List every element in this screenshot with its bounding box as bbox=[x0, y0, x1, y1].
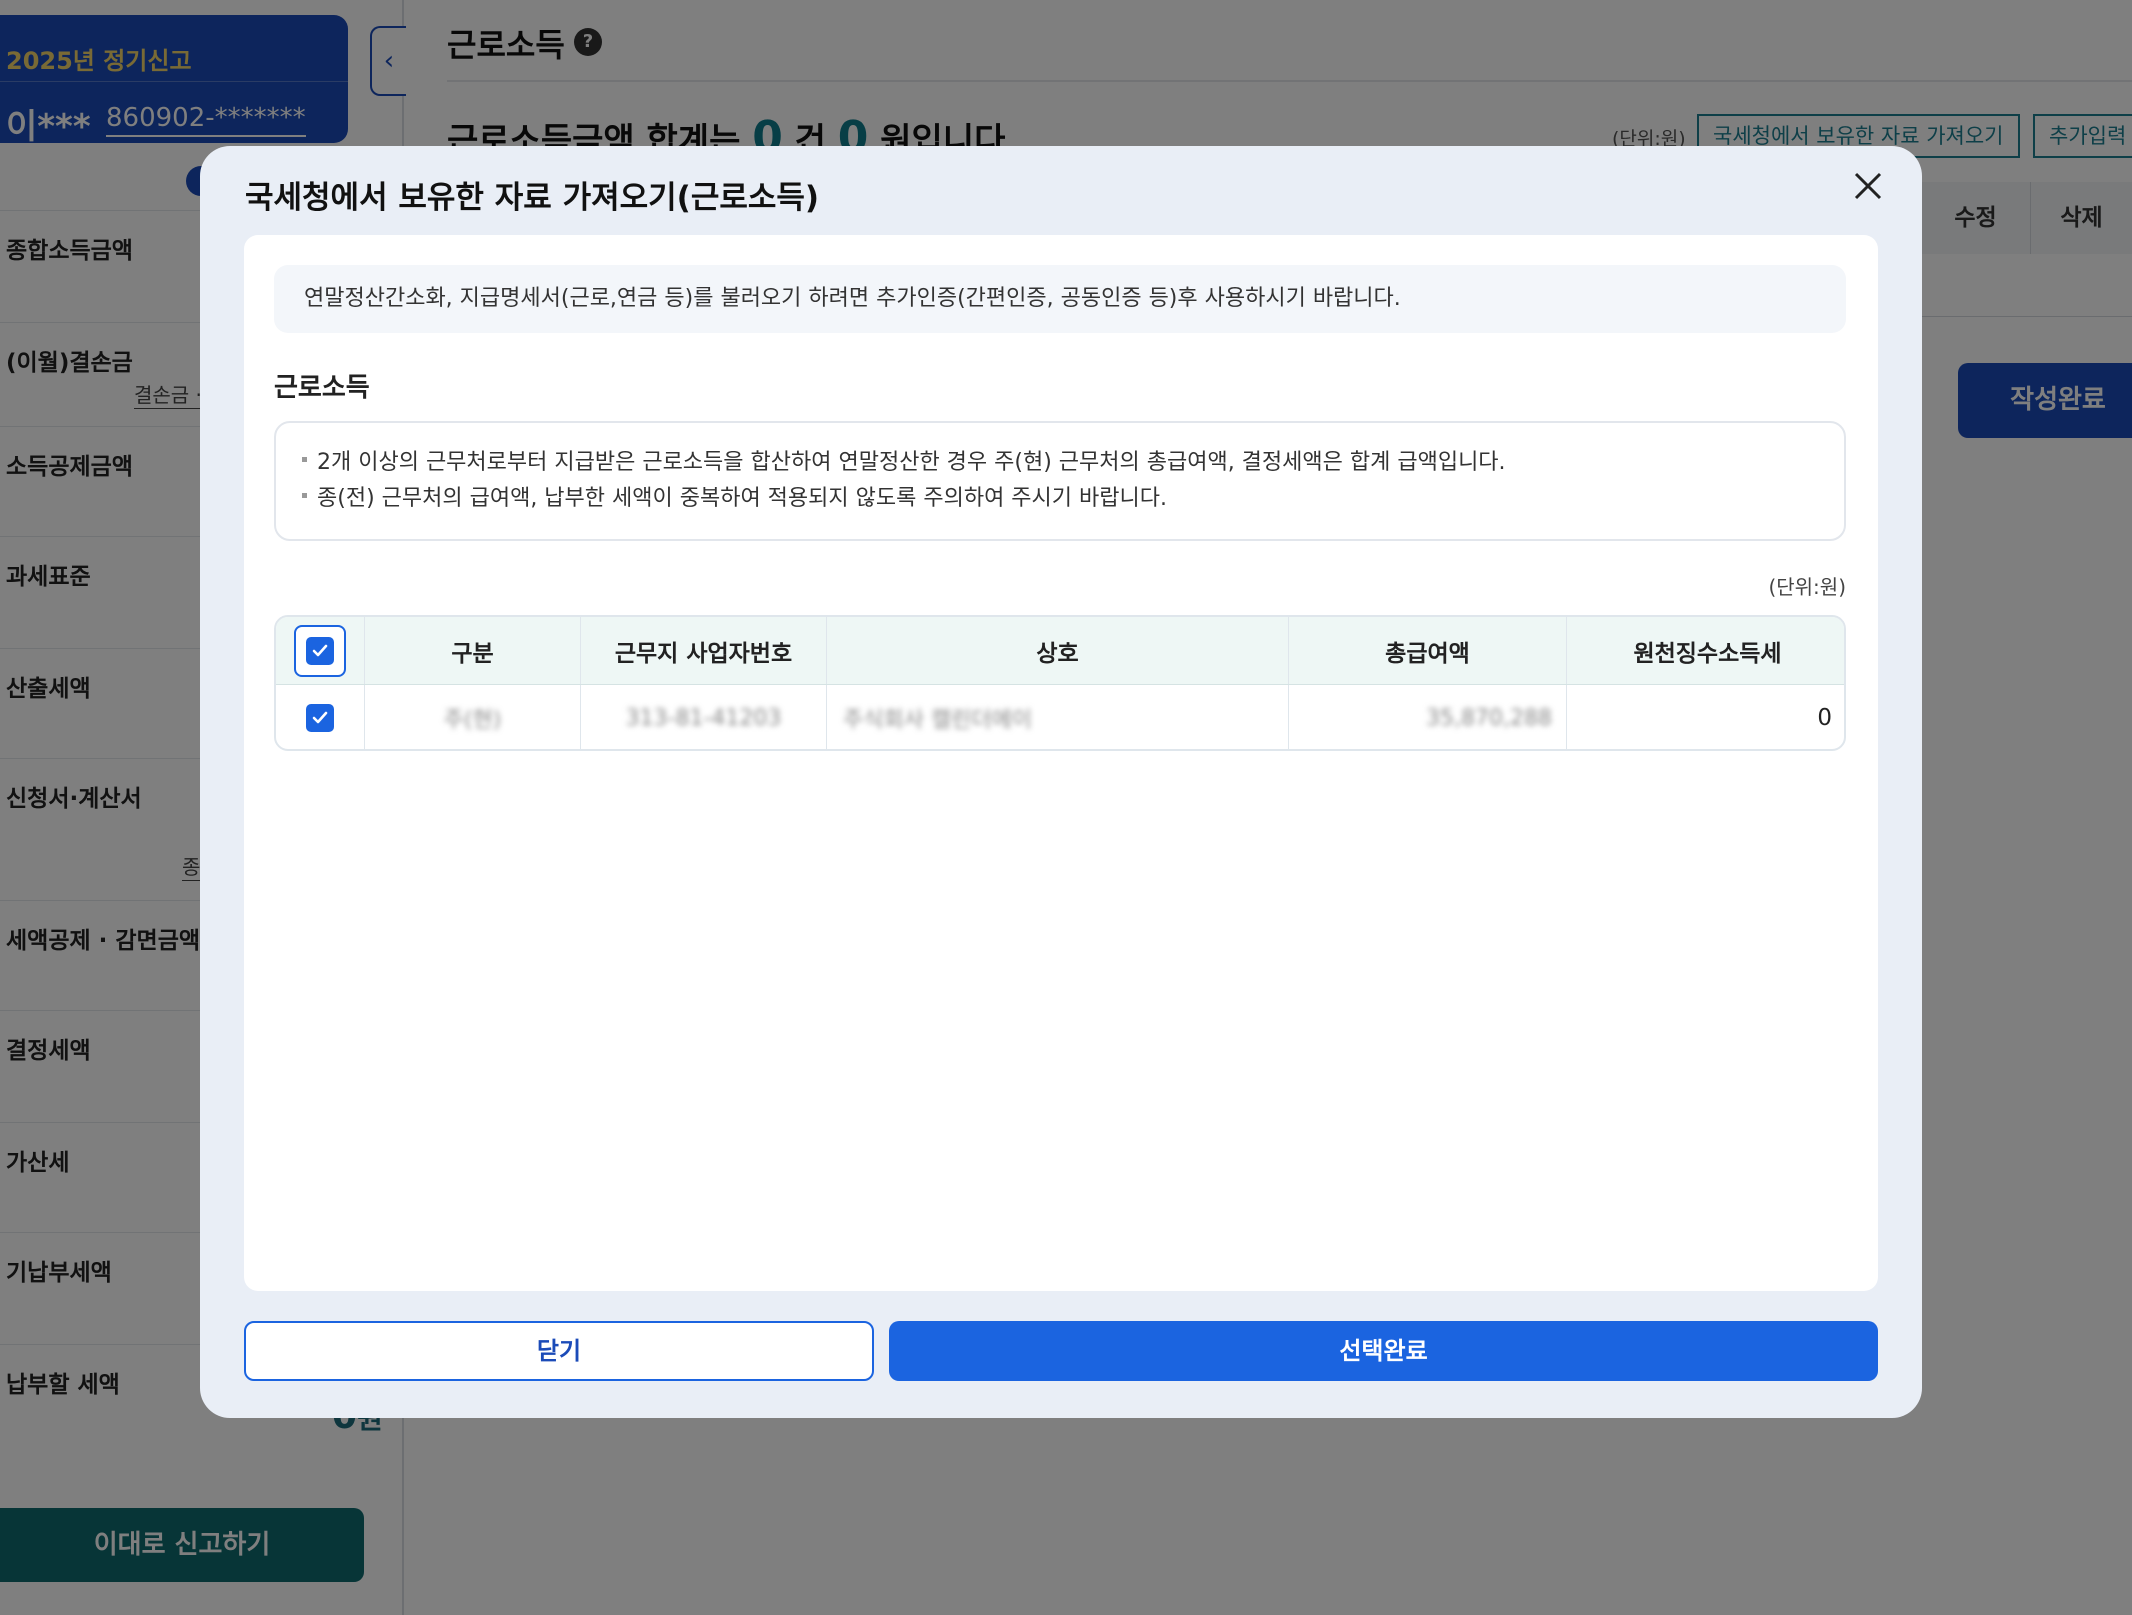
column-header-category: 구분 bbox=[364, 617, 580, 684]
confirm-selection-button[interactable]: 선택완료 bbox=[889, 1321, 1878, 1381]
info-box: 2개 이상의 근무처로부터 지급받은 근로소득을 합산하여 연말정산한 경우 주… bbox=[274, 421, 1846, 541]
cell-total-salary: 35,870,288 bbox=[1288, 685, 1566, 749]
column-header-withholding-tax: 원천징수소득세 bbox=[1566, 617, 1844, 684]
select-all-cell bbox=[276, 617, 364, 684]
modal-title: 국세청에서 보유한 자료 가져오기(근로소득) bbox=[245, 180, 820, 216]
table-row[interactable]: 주(현) 313-81-41203 주식회사 캘린더에이 35,870,288 … bbox=[276, 685, 1844, 749]
select-all-checkbox[interactable] bbox=[294, 624, 346, 677]
unit-label: (단위:원) bbox=[1768, 575, 1846, 599]
cell-category: 주(현) bbox=[364, 685, 580, 749]
cell-withholding-tax: 0 bbox=[1566, 685, 1844, 749]
cell-company: 주식회사 캘린더에이 bbox=[826, 685, 1288, 749]
row-select-cell bbox=[276, 685, 364, 749]
row-checkbox[interactable] bbox=[306, 704, 334, 732]
modal-body: 연말정산간소화, 지급명세서(근로,연금 등)를 불러오기 하려면 추가인증(간… bbox=[244, 235, 1878, 1291]
info-line: 2개 이상의 근무처로부터 지급받은 근로소득을 합산하여 연말정산한 경우 주… bbox=[302, 445, 1844, 481]
column-header-company: 상호 bbox=[826, 617, 1288, 684]
close-button[interactable]: 닫기 bbox=[244, 1321, 874, 1381]
close-icon[interactable] bbox=[1848, 166, 1888, 206]
column-header-total-salary: 총급여액 bbox=[1288, 617, 1566, 684]
fetch-data-modal: 국세청에서 보유한 자료 가져오기(근로소득) 연말정산간소화, 지급명세서(근… bbox=[200, 146, 1922, 1418]
cell-business-no: 313-81-41203 bbox=[580, 685, 826, 749]
auth-notice: 연말정산간소화, 지급명세서(근로,연금 등)를 불러오기 하려면 추가인증(간… bbox=[274, 265, 1846, 333]
checkmark-icon bbox=[306, 636, 334, 665]
section-title: 근로소득 bbox=[274, 373, 370, 403]
info-line: 종(전) 근무처의 급여액, 납부한 세액이 중복하여 적용되지 않도록 주의하… bbox=[302, 481, 1844, 517]
table-header: 구분 근무지 사업자번호 상호 총급여액 원천징수소득세 bbox=[276, 617, 1844, 685]
income-data-table: 구분 근무지 사업자번호 상호 총급여액 원천징수소득세 주(현) 313-81… bbox=[274, 615, 1846, 751]
column-header-business-no: 근무지 사업자번호 bbox=[580, 617, 826, 684]
checkmark-icon bbox=[312, 711, 328, 724]
